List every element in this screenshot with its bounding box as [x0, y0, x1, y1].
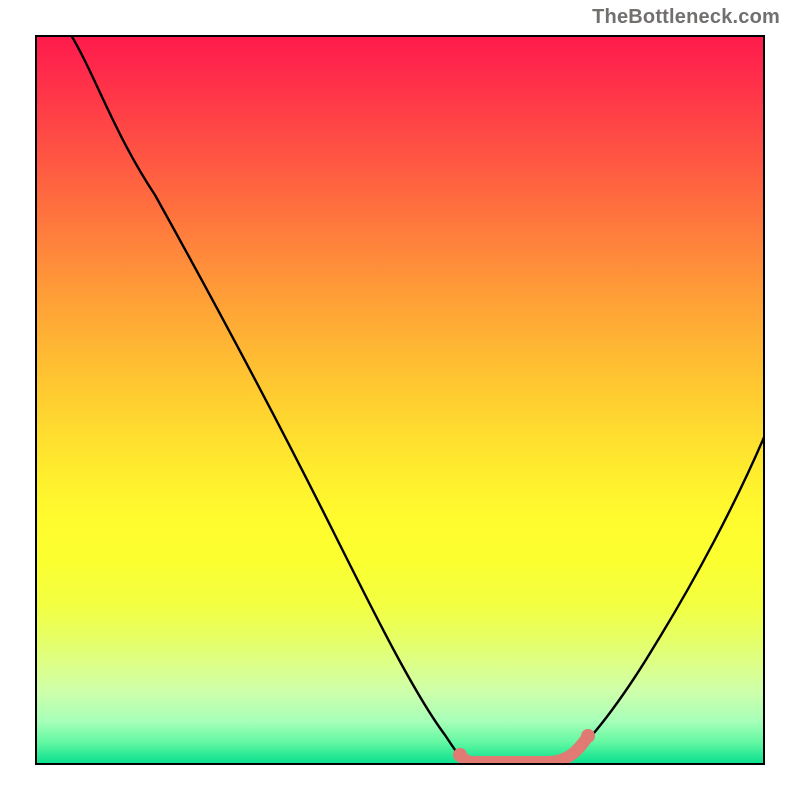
plot-background	[35, 35, 765, 765]
chart-stage: TheBottleneck.com	[0, 0, 800, 800]
watermark-label: TheBottleneck.com	[592, 6, 780, 29]
